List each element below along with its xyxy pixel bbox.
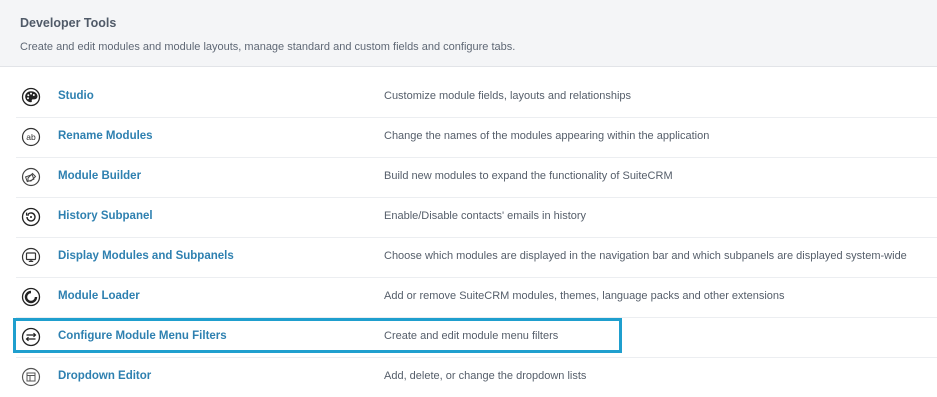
dropdown-editor-link[interactable]: Dropdown Editor bbox=[58, 370, 151, 382]
tool-row-module-loader: Module Loader Add or remove SuiteCRM mod… bbox=[16, 277, 937, 318]
menu-filters-description: Create and edit module menu filters bbox=[384, 330, 559, 342]
tool-row-studio: Studio Customize module fields, layouts … bbox=[16, 77, 937, 118]
module-builder-description: Build new modules to expand the function… bbox=[384, 170, 673, 182]
studio-description: Customize module fields, layouts and rel… bbox=[384, 90, 632, 102]
panel-title: Developer Tools bbox=[20, 16, 117, 30]
rename-modules-link[interactable]: Rename Modules bbox=[58, 130, 153, 142]
rename-modules-description: Change the names of the modules appearin… bbox=[384, 130, 710, 142]
dropdown-icon[interactable] bbox=[21, 367, 41, 387]
tool-row-history-subpanel: History Subpanel Enable/Disable contacts… bbox=[16, 197, 937, 238]
loader-icon[interactable] bbox=[21, 287, 41, 307]
history-subpanel-description: Enable/Disable contacts' emails in histo… bbox=[384, 210, 587, 222]
menu-filters-link[interactable]: Configure Module Menu Filters bbox=[58, 330, 227, 342]
tool-row-rename-modules: ab Rename Modules Change the names of th… bbox=[16, 117, 937, 158]
module-builder-icon[interactable] bbox=[21, 167, 41, 187]
display-modules-description: Choose which modules are displayed in th… bbox=[384, 250, 907, 262]
menu-filters-icon[interactable] bbox=[21, 327, 41, 347]
panel-description: Create and edit modules and module layou… bbox=[20, 41, 516, 53]
history-icon[interactable] bbox=[21, 207, 41, 227]
module-builder-link[interactable]: Module Builder bbox=[58, 170, 141, 182]
tool-row-display-modules: Display Modules and Subpanels Choose whi… bbox=[16, 237, 937, 278]
display-modules-link[interactable]: Display Modules and Subpanels bbox=[58, 250, 234, 262]
studio-link[interactable]: Studio bbox=[58, 90, 94, 102]
monitor-icon[interactable] bbox=[21, 247, 41, 267]
module-loader-description: Add or remove SuiteCRM modules, themes, … bbox=[384, 290, 785, 302]
ab-text-icon[interactable]: ab bbox=[21, 127, 41, 147]
svg-text:ab: ab bbox=[26, 132, 36, 142]
panel-header: Developer Tools Create and edit modules … bbox=[0, 0, 937, 67]
dropdown-editor-description: Add, delete, or change the dropdown list… bbox=[384, 370, 587, 382]
palette-icon[interactable] bbox=[21, 87, 41, 107]
tool-row-module-builder: Module Builder Build new modules to expa… bbox=[16, 157, 937, 198]
tool-row-menu-filters: Configure Module Menu Filters Create and… bbox=[16, 317, 937, 358]
developer-tools-panel: Developer Tools Create and edit modules … bbox=[0, 0, 937, 396]
history-subpanel-link[interactable]: History Subpanel bbox=[58, 210, 153, 222]
tool-row-dropdown-editor: Dropdown Editor Add, delete, or change t… bbox=[16, 357, 937, 397]
module-loader-link[interactable]: Module Loader bbox=[58, 290, 140, 302]
